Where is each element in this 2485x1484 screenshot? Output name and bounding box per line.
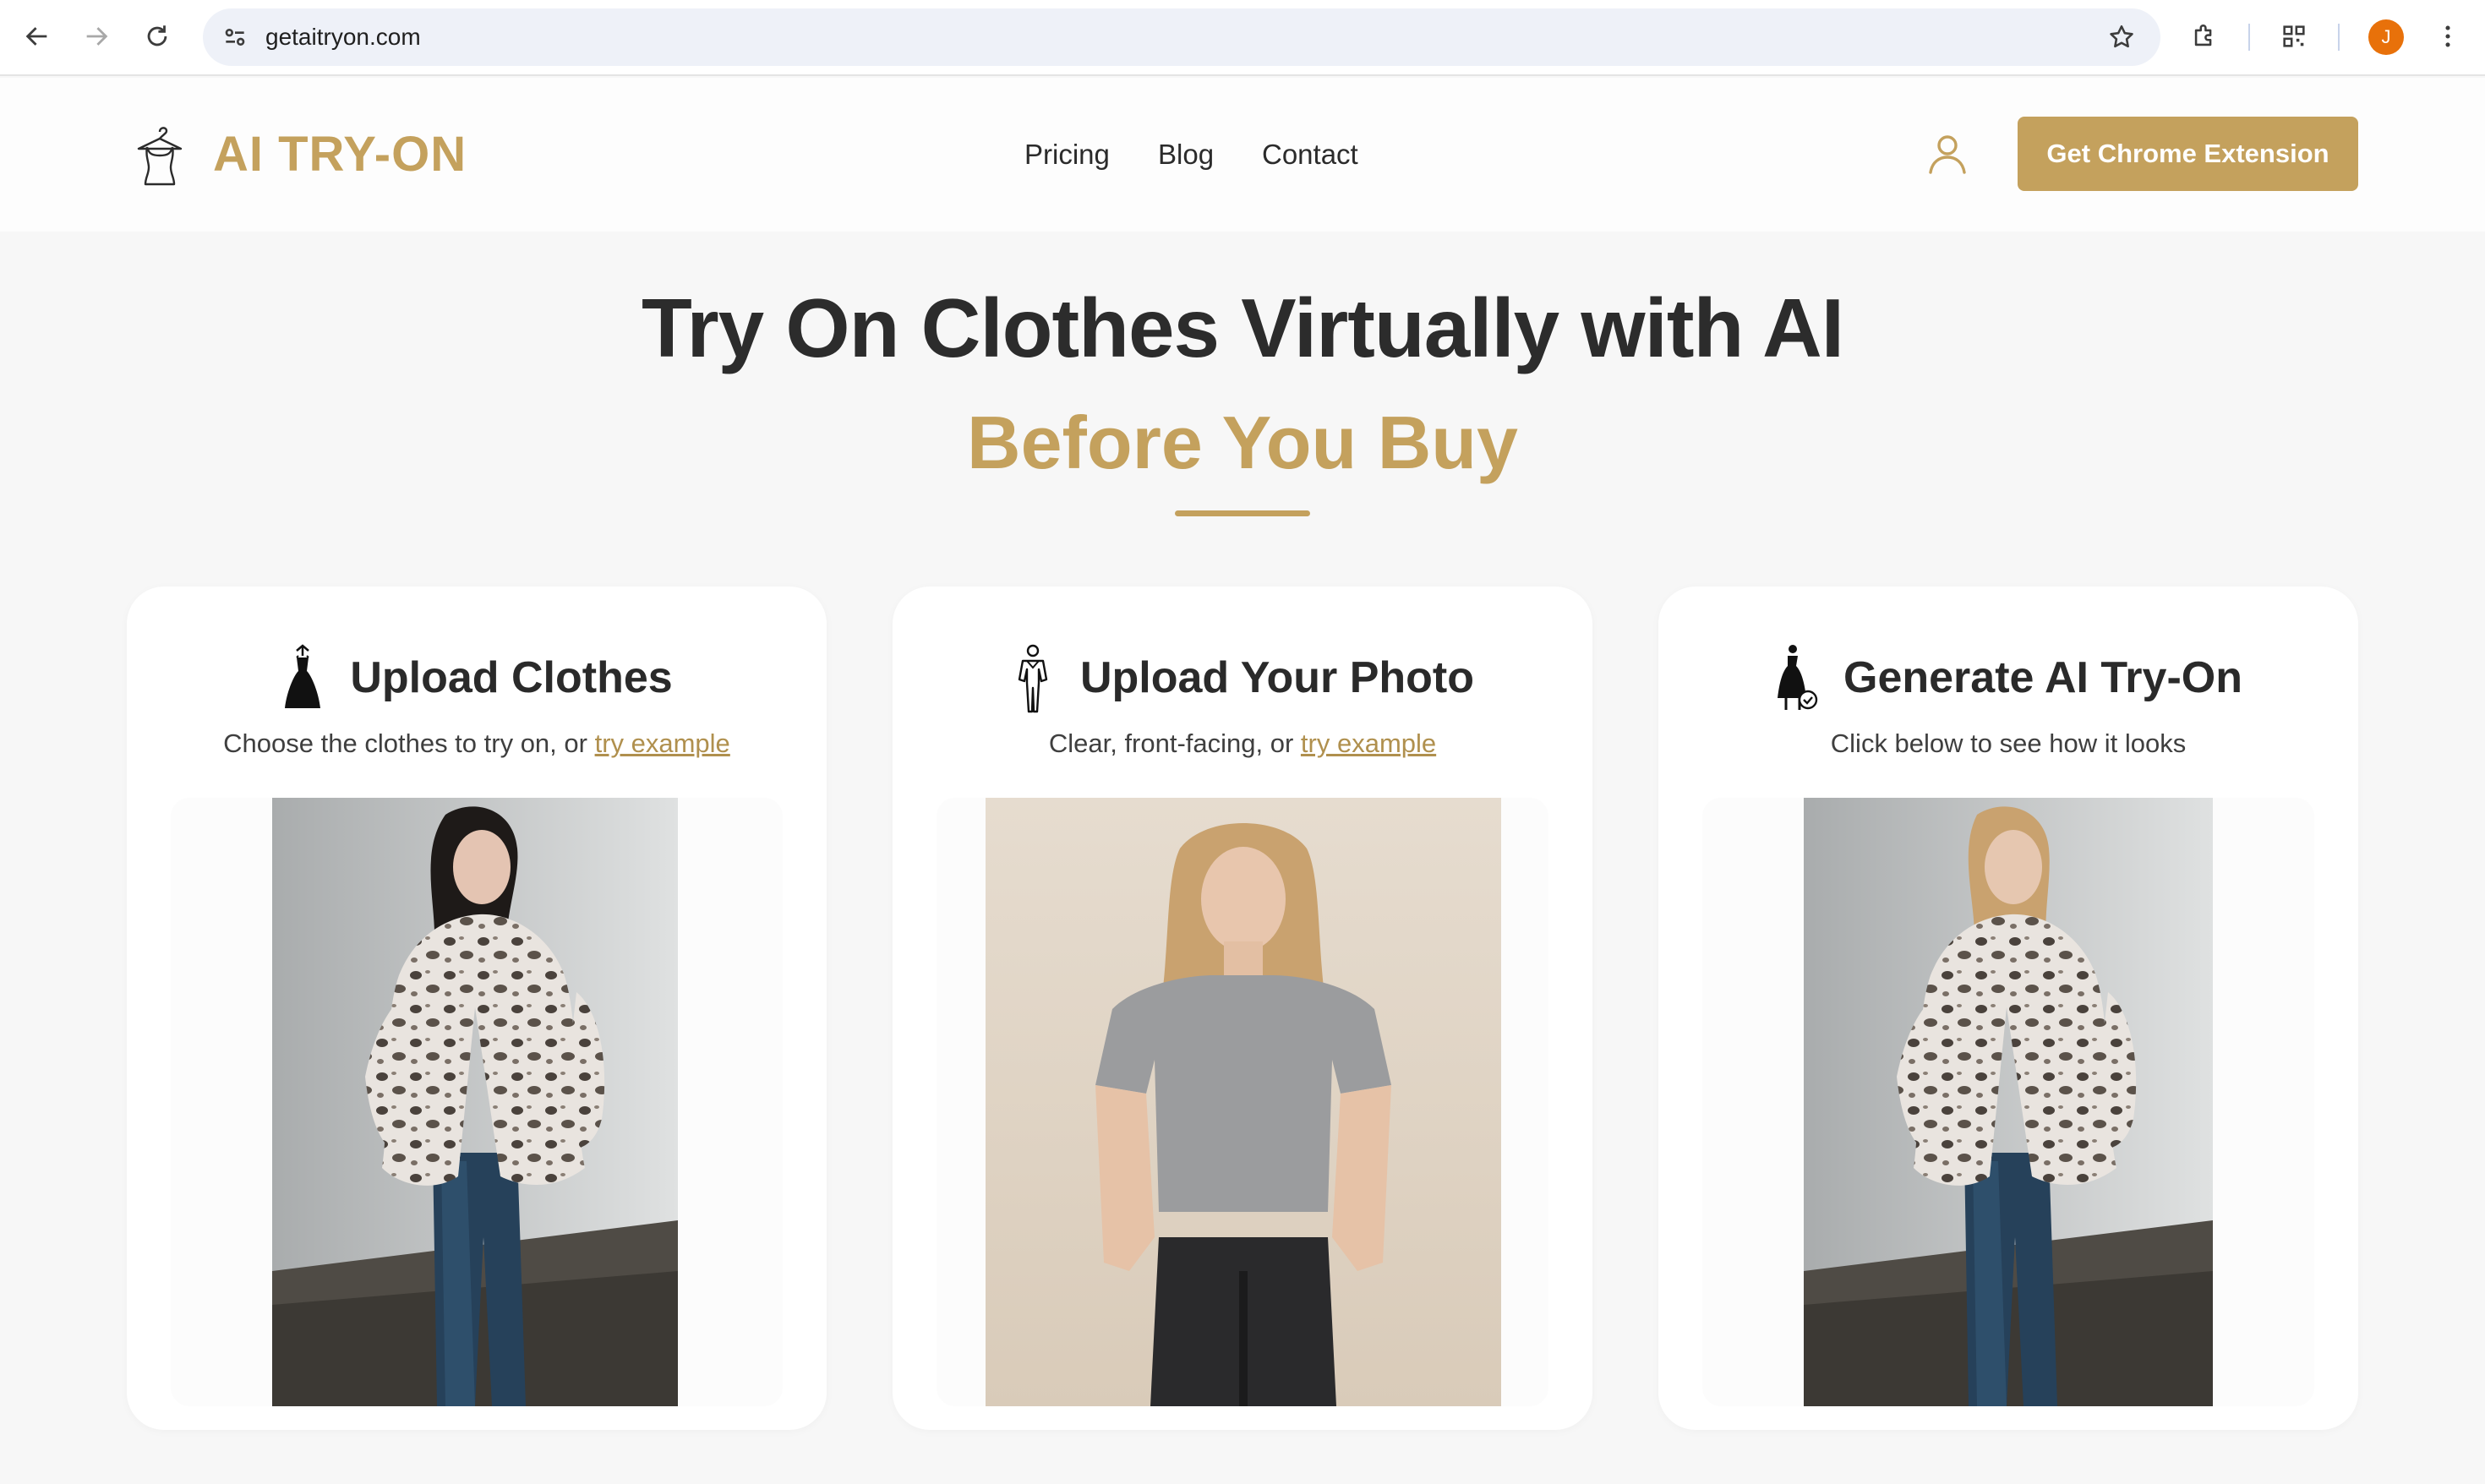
card-description-text: Choose the clothes to try on, or [223, 728, 595, 758]
qr-code-button[interactable] [2269, 11, 2319, 62]
url-text[interactable]: getaitryon.com [265, 8, 421, 66]
reload-button[interactable] [132, 11, 183, 62]
extensions-icon [2194, 25, 2212, 46]
generate-tryon-card: Generate AI Try-On Click below to see ho… [1658, 587, 2358, 1430]
photo-upload-area[interactable] [937, 798, 1548, 1406]
forward-icon [86, 27, 108, 46]
forward-button[interactable] [71, 11, 122, 62]
back-icon [25, 27, 47, 46]
dress-hanger-icon [285, 644, 321, 708]
profile-avatar[interactable]: J [2368, 19, 2404, 55]
extensions-button[interactable] [2179, 11, 2230, 62]
site-header: AI TRY-ON Pricing Blog Contact Get Chrom… [0, 78, 2485, 232]
card-description-text: Click below to see how it looks [1830, 728, 2187, 758]
toolbar-divider [2248, 24, 2250, 51]
upload-photo-card: Upload Your Photo Clear, front-facing, o… [893, 587, 1592, 1430]
hanger-shirt-logo-icon[interactable] [134, 122, 186, 189]
hero-subtitle: Before You Buy [967, 401, 1518, 484]
site-info-icon [225, 29, 245, 46]
card-title: Upload Your Photo [1079, 653, 1475, 702]
nav-pricing[interactable]: Pricing [1024, 137, 1110, 172]
browser-toolbar: getaitryon.com J [0, 0, 2485, 76]
card-heading: Generate AI Try-On [1658, 642, 2358, 713]
dress-check-icon [1778, 645, 1818, 710]
card-description: Choose the clothes to try on, or try exa… [127, 725, 827, 762]
address-bar[interactable]: getaitryon.com [203, 8, 2160, 66]
tryon-result-photo [1804, 798, 2213, 1406]
nav-contact[interactable]: Contact [1262, 137, 1358, 172]
qr-code-icon [2283, 25, 2305, 47]
browser-menu-button[interactable] [2422, 11, 2473, 62]
card-heading: Upload Your Photo [893, 642, 1592, 713]
person-figure-icon [1018, 644, 1048, 713]
clothes-upload-area[interactable] [171, 798, 783, 1406]
back-button[interactable] [12, 11, 63, 62]
nav-blog[interactable]: Blog [1158, 137, 1214, 172]
reload-icon [147, 25, 167, 46]
model-fur-coat-photo [272, 798, 678, 1406]
hero-underline-divider [1175, 510, 1310, 516]
card-title: Upload Clothes [350, 653, 673, 702]
card-heading: Upload Clothes [127, 642, 827, 713]
upload-clothes-card: Upload Clothes Choose the clothes to try… [127, 587, 827, 1430]
user-account-icon[interactable] [1924, 130, 1971, 177]
card-description: Clear, front-facing, or try example [893, 725, 1592, 762]
card-description-text: Clear, front-facing, or [1048, 728, 1301, 758]
bookmark-button[interactable] [2098, 14, 2145, 61]
get-chrome-extension-button[interactable]: Get Chrome Extension [2018, 117, 2358, 191]
person-gray-tshirt-photo [986, 798, 1501, 1406]
site-info-button[interactable] [211, 14, 259, 61]
card-description: Click below to see how it looks [1658, 725, 2358, 762]
toolbar-divider [2338, 24, 2340, 51]
tryon-result-area[interactable] [1702, 798, 2314, 1406]
card-title: Generate AI Try-On [1843, 653, 2242, 702]
bookmark-star-icon [2110, 25, 2133, 48]
try-example-link[interactable]: try example [595, 728, 730, 758]
menu-kebab-icon [2445, 25, 2450, 47]
logo-text[interactable]: AI TRY-ON [213, 125, 467, 184]
hero-title: Try On Clothes Virtually with AI [642, 281, 1844, 374]
try-example-link[interactable]: try example [1301, 728, 1436, 758]
